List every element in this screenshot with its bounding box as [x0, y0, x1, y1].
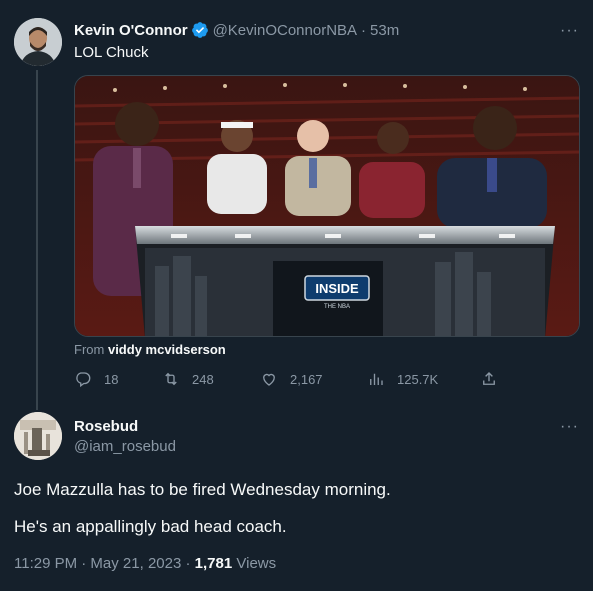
- separator-dot: ·: [361, 21, 367, 39]
- inside-logo-text: INSIDE: [315, 281, 359, 296]
- views-label: Views: [236, 555, 277, 572]
- author-handle[interactable]: @KevinOConnorNBA: [213, 22, 357, 39]
- reply-icon: [76, 372, 91, 388]
- media-attribution: From viddy mcvidserson: [74, 342, 226, 357]
- tweet-text-line: He's an appallingly bad head coach.: [14, 517, 287, 536]
- heart-icon: [263, 373, 275, 386]
- reply-header: Rosebud: [74, 418, 138, 435]
- verified-badge-icon: [191, 22, 208, 38]
- video-media[interactable]: INSIDE THE NBA: [74, 75, 580, 337]
- retweet-count: 248: [192, 371, 214, 387]
- avatar[interactable]: [14, 18, 62, 66]
- views-button[interactable]: 125.7K: [367, 370, 438, 388]
- avatar[interactable]: [14, 412, 62, 460]
- tweet-text-line: Joe Mazzulla has to be fired Wednesday m…: [14, 480, 391, 499]
- tweet-actions: 18 248 2,167 125.7K: [74, 370, 514, 392]
- tweet-header: Kevin O'Connor @KevinOConnorNBA · 53m: [74, 21, 399, 39]
- share-icon: [483, 372, 495, 385]
- author-name[interactable]: Rosebud: [74, 418, 138, 435]
- reply-button[interactable]: 18: [74, 370, 118, 388]
- retweet-button[interactable]: 248: [162, 370, 214, 388]
- tweet-text: LOL Chuck: [74, 44, 149, 61]
- studio-scene-image: INSIDE THE NBA: [75, 76, 579, 336]
- more-options-icon[interactable]: ···: [560, 418, 579, 436]
- analytics-icon: [370, 373, 383, 385]
- avatar-photo: [14, 412, 62, 460]
- like-button[interactable]: 2,167: [260, 370, 323, 388]
- tweet-meta: 11:29 PM · May 21, 2023 · 1,781 Views: [14, 555, 276, 572]
- inside-logo-sub: THE NBA: [324, 304, 350, 310]
- like-count: 2,167: [290, 371, 323, 387]
- tweet-timestamp[interactable]: 11:29 PM · May 21, 2023 ·: [14, 555, 190, 572]
- tweet-time[interactable]: 53m: [370, 22, 399, 39]
- retweet-icon: [165, 372, 177, 386]
- media-source-name[interactable]: viddy mcvidserson: [108, 342, 226, 357]
- tweet-main[interactable]: Kevin O'Connor @KevinOConnorNBA · 53m ··…: [0, 0, 593, 410]
- thread-line: [36, 70, 38, 410]
- share-button[interactable]: [480, 370, 510, 388]
- views-count: 125.7K: [397, 371, 439, 387]
- author-name[interactable]: Kevin O'Connor: [74, 22, 188, 39]
- avatar-photo: [14, 18, 62, 66]
- more-options-icon[interactable]: ···: [560, 22, 579, 40]
- media-from-label: From: [74, 342, 105, 357]
- author-handle[interactable]: @iam_rosebud: [74, 438, 176, 455]
- views-count: 1,781: [194, 555, 233, 572]
- reply-count: 18: [104, 371, 119, 387]
